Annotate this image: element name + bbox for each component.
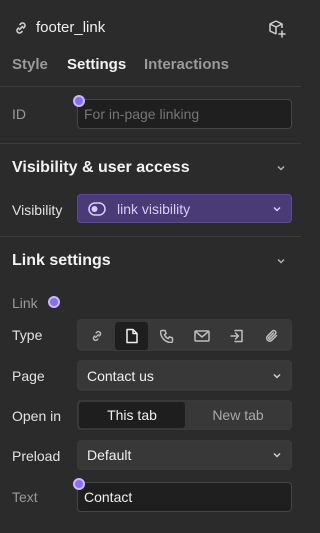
id-label: ID — [12, 106, 26, 122]
section-icon[interactable] — [220, 322, 253, 350]
tab-settings[interactable]: Settings — [67, 56, 126, 73]
id-input[interactable] — [77, 99, 292, 129]
open-in-new-tab[interactable]: New tab — [185, 402, 291, 428]
override-indicator — [73, 478, 85, 490]
text-value: Contact — [84, 489, 133, 505]
chevron-down-icon — [271, 370, 283, 382]
url-icon[interactable] — [80, 322, 113, 350]
divider — [0, 143, 301, 144]
add-component-icon[interactable] — [267, 18, 287, 38]
open-in-toggle[interactable]: This tab New tab — [77, 400, 292, 430]
open-in-this-tab[interactable]: This tab — [79, 402, 185, 428]
open-in-new-tab-label: New tab — [212, 407, 264, 423]
page-value: Contact us — [87, 368, 154, 384]
visibility-value: link visibility — [117, 201, 191, 217]
type-label: Type — [12, 327, 43, 343]
visibility-label: Visibility — [12, 202, 63, 218]
page-icon[interactable] — [115, 322, 148, 350]
section-title-visibility: Visibility & user access — [12, 159, 190, 176]
element-name: footer_link — [36, 19, 106, 36]
link-icon — [13, 20, 29, 36]
chevron-down-icon — [271, 449, 283, 461]
section-title-link-settings: Link settings — [12, 252, 111, 269]
chevron-down-icon[interactable] — [275, 162, 287, 174]
email-icon[interactable] — [185, 322, 218, 350]
page-select[interactable]: Contact us — [77, 360, 292, 391]
link-type-selector[interactable] — [77, 319, 292, 351]
attachment-icon[interactable] — [255, 322, 288, 350]
divider — [0, 86, 301, 87]
visibility-select[interactable]: link visibility — [77, 194, 292, 223]
override-indicator — [73, 95, 85, 107]
page-label: Page — [12, 368, 45, 384]
toggle-icon — [88, 202, 106, 216]
tab-interactions[interactable]: Interactions — [144, 56, 229, 73]
divider — [0, 236, 301, 237]
preload-select[interactable]: Default — [77, 440, 292, 470]
open-in-label: Open in — [12, 408, 62, 424]
override-indicator — [48, 296, 60, 308]
text-label: Text — [12, 489, 38, 505]
preload-value: Default — [87, 447, 132, 463]
preload-label: Preload — [12, 448, 61, 464]
chevron-down-icon[interactable] — [275, 255, 287, 267]
phone-icon[interactable] — [150, 322, 183, 350]
text-input[interactable]: Contact — [77, 482, 292, 512]
tab-style[interactable]: Style — [12, 56, 48, 73]
open-in-this-tab-label: This tab — [107, 407, 157, 423]
link-label: Link — [12, 295, 38, 311]
chevron-down-icon — [271, 203, 283, 215]
